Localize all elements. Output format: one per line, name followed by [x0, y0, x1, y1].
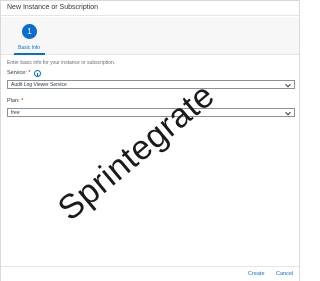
active-step-indicator: [14, 53, 45, 55]
watermark: Sprintegrate: [50, 76, 222, 229]
service-required-mark: *: [28, 70, 31, 76]
dialog-footer: Create Cancel: [1, 266, 299, 281]
plan-select-value: free: [11, 110, 20, 116]
wizard-progress-bar: 1 Basic Info: [1, 17, 299, 55]
chevron-down-icon[interactable]: [285, 109, 291, 115]
create-button[interactable]: Create: [248, 271, 265, 277]
service-label-text: Service:: [7, 70, 27, 76]
plan-label-text: Plan:: [7, 98, 20, 104]
service-label: Service: *: [7, 70, 31, 76]
wizard-step-label: Basic Info: [18, 45, 40, 51]
dialog-header: New Instance or Subscription: [1, 1, 299, 16]
new-instance-dialog: New Instance or Subscription 1 Basic Inf…: [0, 0, 300, 281]
service-select[interactable]: Audit Log Viewer Service: [7, 80, 295, 89]
info-icon[interactable]: [34, 70, 41, 77]
service-select-value: Audit Log Viewer Service: [11, 82, 67, 88]
chevron-down-icon[interactable]: [285, 81, 291, 87]
dialog-title: New Instance or Subscription: [7, 4, 99, 11]
form-intro-text: Enter basic info for your instance or su…: [7, 60, 116, 66]
plan-label: Plan: *: [7, 98, 23, 104]
wizard-step-1[interactable]: 1: [22, 24, 37, 39]
cancel-button[interactable]: Cancel: [276, 271, 293, 277]
plan-required-mark: *: [21, 98, 24, 104]
